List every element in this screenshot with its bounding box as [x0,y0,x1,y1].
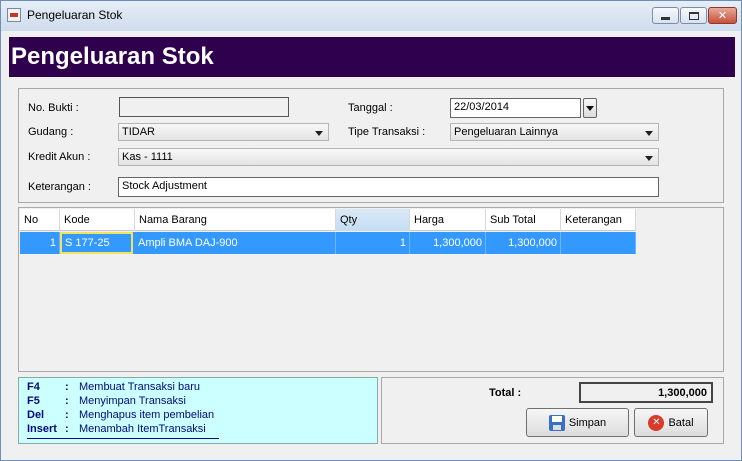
help-desc: Menghapus item pembelian [79,409,215,421]
save-disk-icon [548,414,565,431]
help-divider [27,438,219,439]
page-title: Pengeluaran Stok [11,43,214,70]
maximize-icon [688,11,699,20]
kredit-akun-value: Kas - 1111 [122,151,173,163]
shortcut-help-panel: F4 : Membuat Transaksi baru F5 : Menyimp… [18,377,378,444]
chevron-down-icon [315,131,323,136]
cell-keterangan[interactable] [561,232,636,254]
minimize-icon [661,17,670,20]
cell-kode[interactable]: S 177-25 [60,232,133,254]
maximize-button[interactable] [680,7,707,24]
batal-label: Batal [668,416,694,429]
chevron-down-icon [645,131,653,136]
help-key: Del [27,409,45,421]
kredit-akun-label: Kredit Akun : [28,151,91,163]
chevron-down-icon [586,106,594,111]
form-panel: No. Bukti : Tanggal : 22/03/2014 Gudang … [18,88,724,203]
help-colon: : [65,395,69,407]
table-header: No Kode Nama Barang Qty Harga Sub Total … [20,209,636,231]
column-header-kode[interactable]: Kode [60,209,135,231]
gudang-value: TIDAR [122,126,155,138]
cell-qty[interactable]: 1 [336,232,410,254]
help-colon: : [65,423,69,435]
total-label: Total : [489,387,522,399]
date-picker-button[interactable] [583,98,597,118]
batal-button[interactable]: ✕ Batal [634,408,708,437]
simpan-label: Simpan [568,416,607,429]
kredit-akun-select[interactable]: Kas - 1111 [118,148,659,166]
help-colon: : [65,409,69,421]
help-desc: Membuat Transaksi baru [79,381,201,393]
tipe-transaksi-label: Tipe Transaksi : [348,126,426,138]
header-banner: Pengeluaran Stok [9,37,735,77]
column-header-keterangan[interactable]: Keterangan [561,209,636,231]
title-bar[interactable]: Pengeluaran Stok ✕ [1,1,741,31]
keterangan-field[interactable]: Stock Adjustment [118,177,659,197]
close-icon: ✕ [717,9,728,22]
window-title: Pengeluaran Stok [27,8,123,22]
chevron-down-icon [645,156,653,161]
column-header-nama-barang[interactable]: Nama Barang [135,209,336,231]
table-row[interactable]: 1 S 177-25 Ampli BMA DAJ-900 1 1,300,000… [20,232,636,254]
help-desc: Menyimpan Transaksi [79,395,186,407]
no-bukti-label: No. Bukti : [28,102,79,114]
column-header-harga[interactable]: Harga [410,209,486,231]
minimize-button[interactable] [652,7,679,24]
total-value: 1,300,000 [579,382,713,403]
help-desc: Menambah ItemTransaksi [79,423,206,435]
cell-sub-total[interactable]: 1,300,000 [486,232,561,254]
column-header-no[interactable]: No [20,209,60,231]
help-key: F5 [27,395,40,407]
app-window: Pengeluaran Stok ✕ Pengeluaran Stok No. … [0,0,742,461]
help-key: F4 [27,381,40,393]
total-panel: Total : 1,300,000 Simpan ✕ Batal [381,377,724,444]
gudang-label: Gudang : [28,126,74,138]
cell-nama-barang[interactable]: Ampli BMA DAJ-900 [135,232,336,254]
cell-harga[interactable]: 1,300,000 [410,232,486,254]
help-key: Insert [27,423,57,435]
column-header-sub-total[interactable]: Sub Total [486,209,561,231]
help-colon: : [65,381,69,393]
close-button[interactable]: ✕ [708,7,737,24]
tipe-transaksi-value: Pengeluaran Lainnya [454,126,558,138]
keterangan-label: Keterangan : [28,181,91,193]
column-header-qty[interactable]: Qty [336,209,410,231]
tanggal-field[interactable]: 22/03/2014 [450,98,581,118]
cancel-x-icon: ✕ [648,414,665,431]
cell-no[interactable]: 1 [20,232,60,254]
app-icon [7,8,21,22]
gudang-select[interactable]: TIDAR [118,123,329,141]
tanggal-label: Tanggal : [348,102,393,114]
items-table: No Kode Nama Barang Qty Harga Sub Total … [18,207,724,372]
simpan-button[interactable]: Simpan [526,408,629,437]
tipe-transaksi-select[interactable]: Pengeluaran Lainnya [450,123,659,141]
no-bukti-field[interactable] [119,97,289,117]
